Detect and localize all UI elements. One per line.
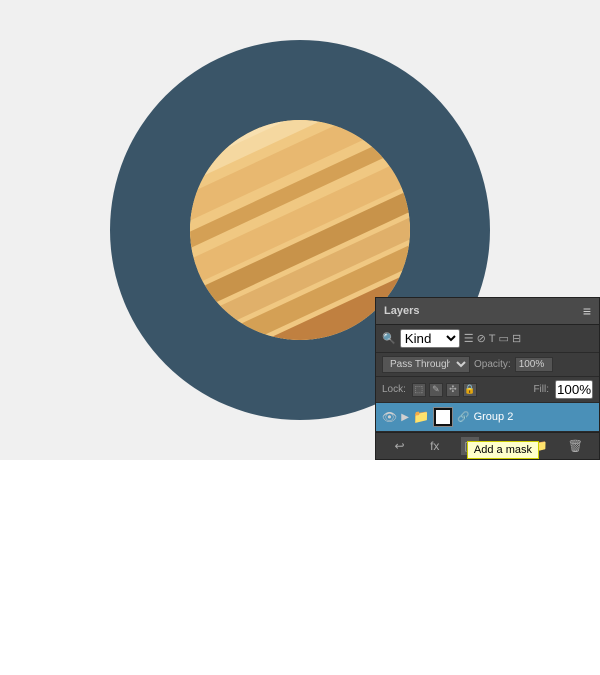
blend-opacity-row: Pass Through Normal Dissolve Multiply Sc… (376, 353, 599, 377)
search-icon: 🔍 (382, 332, 396, 345)
filter-adjust-icon[interactable]: ⊘ (477, 332, 486, 345)
folder-icon: 📁 (413, 409, 429, 425)
opacity-label: Opacity: (474, 359, 511, 370)
layer-item-group2[interactable]: 👁 ▶ 📁 🔗 Group 2 (376, 403, 599, 432)
add-mask-tooltip: Add a mask (467, 441, 539, 459)
blend-mode-select[interactable]: Pass Through Normal Dissolve Multiply Sc… (382, 356, 470, 373)
lock-transparent-btn[interactable]: ⬚ (412, 383, 426, 397)
expand-icon[interactable]: ▶ (401, 412, 409, 423)
lock-label: Lock: (382, 384, 406, 395)
lock-icons: ⬚ ✎ ✣ 🔒 (412, 383, 477, 397)
lock-image-btn[interactable]: ✎ (429, 383, 443, 397)
lock-all-btn[interactable]: 🔒 (463, 383, 477, 397)
layers-header: Layers ≡ (376, 298, 599, 325)
opacity-input[interactable] (515, 357, 553, 372)
fill-input[interactable] (555, 380, 593, 399)
fill-label: Fill: (533, 384, 549, 395)
lock-position-btn[interactable]: ✣ (446, 383, 460, 397)
tooltip-container: Add a mask (376, 441, 599, 459)
layer-thumbnail (433, 407, 453, 427)
filter-type-icon[interactable]: T (489, 332, 496, 345)
layer-name: Group 2 (474, 411, 593, 423)
kind-filter-row: 🔍 Kind Name Effect Mode Attribute Color … (376, 325, 599, 353)
layers-panel: Layers ≡ 🔍 Kind Name Effect Mode Attribu… (375, 297, 600, 460)
kind-select[interactable]: Kind Name Effect Mode Attribute Color (400, 329, 460, 348)
canvas-area: Layers ≡ 🔍 Kind Name Effect Mode Attribu… (0, 0, 600, 460)
visibility-icon[interactable]: 👁 (382, 410, 397, 424)
filter-shape-icon[interactable]: ▭ (499, 332, 509, 345)
lock-fill-row: Lock: ⬚ ✎ ✣ 🔒 Fill: (376, 377, 599, 403)
filter-pixel-icon[interactable]: ☰ (464, 332, 474, 345)
layers-menu-icon[interactable]: ≡ (583, 303, 591, 319)
layers-title: Layers (384, 305, 419, 317)
filter-icons: ☰ ⊘ T ▭ ⊟ (464, 332, 521, 345)
filter-smart-icon[interactable]: ⊟ (512, 332, 521, 345)
chain-icon[interactable]: 🔗 (457, 412, 469, 423)
